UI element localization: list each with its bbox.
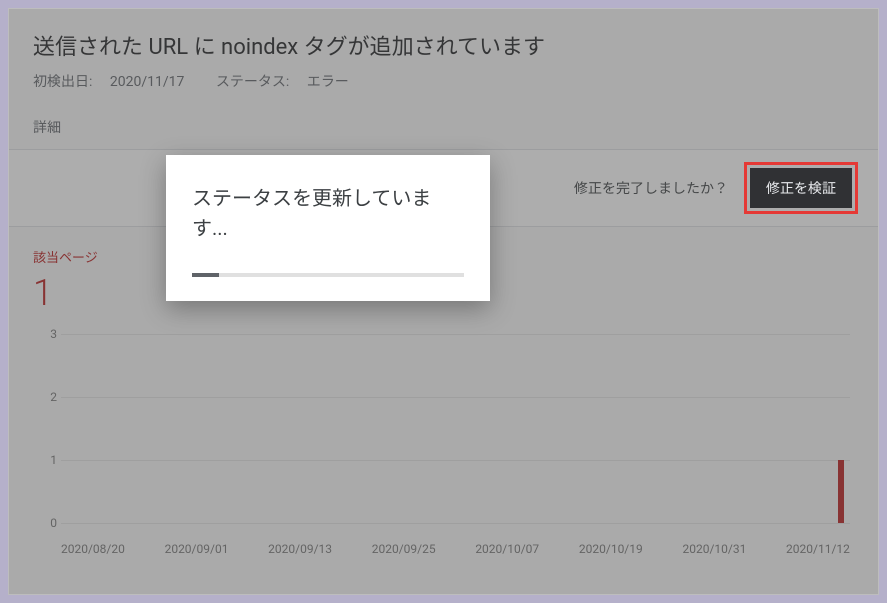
modal-backdrop <box>9 9 878 594</box>
validate-fix-button[interactable]: 修正を検証 <box>750 168 852 208</box>
progress-fill <box>192 273 219 277</box>
progress-bar <box>192 273 464 277</box>
page-frame: 送信された URL に noindex タグが追加されています 初検出日: 20… <box>8 8 879 595</box>
validate-button-highlight: 修正を検証 <box>744 162 858 214</box>
status-updating-modal: ステータスを更新しています... <box>166 155 490 301</box>
modal-text: ステータスを更新しています... <box>192 183 464 243</box>
